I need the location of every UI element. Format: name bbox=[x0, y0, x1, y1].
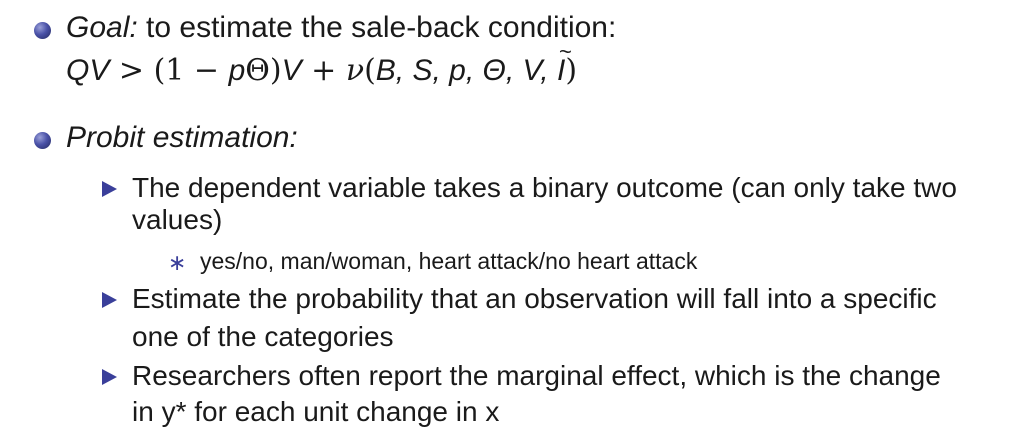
bullet-ball-icon bbox=[34, 132, 51, 149]
probit-item-1-line-1: The dependent variable takes a binary ou… bbox=[132, 172, 957, 203]
goal-text: to estimate the sale-back condition: bbox=[137, 11, 617, 44]
asterisk-bullet-icon: ∗ bbox=[168, 251, 187, 276]
formula-plus: + bbox=[301, 53, 346, 88]
formula-v: V bbox=[281, 54, 302, 87]
probit-item-3-line-2: in y* for each unit change in x bbox=[132, 396, 500, 427]
triangle-bullet-icon bbox=[102, 369, 117, 385]
formula-p: p bbox=[228, 54, 246, 87]
probit-item-1-line-2: values) bbox=[132, 204, 223, 235]
goal-line: Goal: to estimate the sale-back conditio… bbox=[66, 11, 616, 45]
probit-item-1-subitem: yes/no, man/woman, heart attack/no heart… bbox=[200, 248, 698, 274]
sale-back-formula: QV > (1 − pΘ)V + ν(B, S, p, Θ, V, ~ I) bbox=[66, 39, 577, 88]
formula-nu: ν bbox=[345, 53, 365, 88]
probit-item-3-line-1: Researchers often report the marginal ef… bbox=[132, 360, 941, 391]
formula-paren: ( bbox=[364, 53, 376, 88]
formula-v: V bbox=[89, 54, 110, 87]
triangle-bullet-icon bbox=[102, 292, 117, 308]
formula-q: Q bbox=[66, 54, 90, 87]
probit-item-2-line-2: one of the categories bbox=[132, 321, 394, 352]
slide: Goal: to estimate the sale-back conditio… bbox=[0, 0, 1032, 439]
formula-paren: (1 − bbox=[153, 53, 229, 88]
bullet-ball-icon bbox=[34, 22, 51, 39]
probit-item-2-line-1: Estimate the probability that an observa… bbox=[132, 283, 937, 314]
formula-paren: ) bbox=[269, 53, 282, 88]
formula-i-tilde: ~ I bbox=[557, 39, 572, 88]
triangle-bullet-icon bbox=[102, 181, 117, 197]
formula-args: B, S, p, Θ, V, bbox=[375, 54, 557, 87]
tilde-mark: ~ bbox=[558, 39, 572, 64]
probit-label: Probit estimation: bbox=[66, 121, 298, 154]
goal-label: Goal: bbox=[66, 11, 138, 44]
formula-theta: Θ bbox=[245, 53, 270, 88]
formula-gt: > bbox=[109, 53, 154, 88]
